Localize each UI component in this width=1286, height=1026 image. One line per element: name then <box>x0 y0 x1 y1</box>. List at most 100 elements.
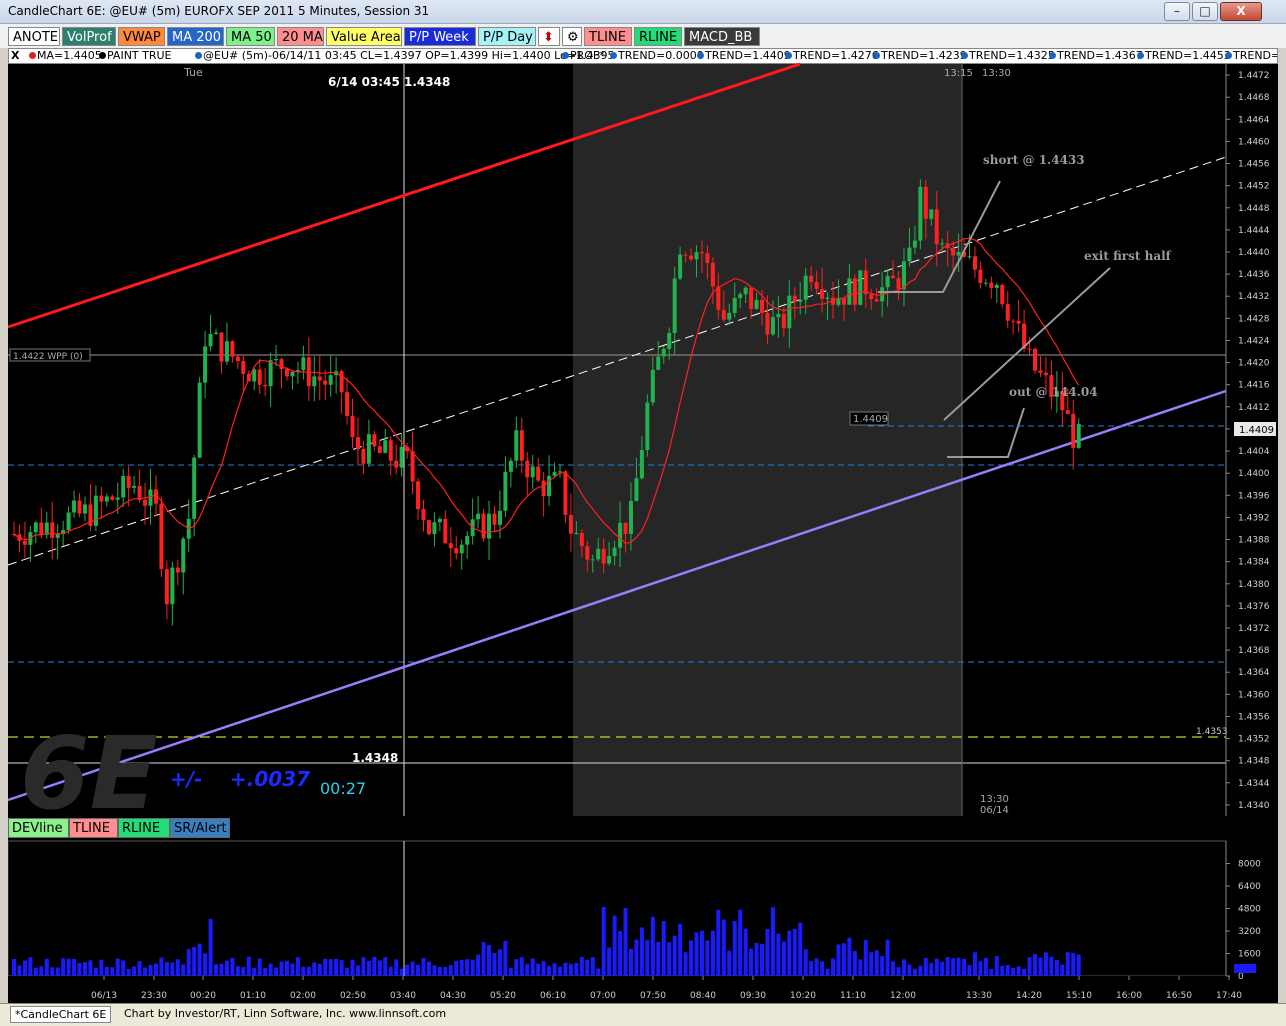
candle-body <box>1076 423 1081 448</box>
volume-bar <box>912 968 917 976</box>
candle-body <box>487 513 492 539</box>
candle-body <box>623 522 628 534</box>
time-tick-label: 16:50 <box>1166 991 1192 1001</box>
candle-body <box>1027 348 1032 350</box>
volume-bar <box>1038 957 1043 976</box>
candle-body <box>252 369 257 382</box>
volume-bar <box>465 959 470 976</box>
price-tick-label: 1.4348 <box>1238 757 1270 767</box>
volume-bar <box>126 968 131 976</box>
study-button-sr-alert[interactable]: SR/Alert <box>170 818 230 838</box>
candle-body <box>164 569 169 605</box>
candle-body <box>585 546 590 560</box>
trend-label: 1.4409 <box>853 414 888 425</box>
candle-body <box>1000 284 1005 305</box>
price-tick-label: 1.4364 <box>1238 668 1270 678</box>
candle-body <box>732 298 737 313</box>
price-tick-label: 1.4420 <box>1238 359 1270 369</box>
candle-body <box>814 282 819 290</box>
candle-body <box>437 518 442 523</box>
volume-bar <box>230 957 235 976</box>
price-tick-label: 1.4368 <box>1238 646 1270 656</box>
volume-bar <box>776 933 781 976</box>
volume-bar <box>295 957 300 976</box>
volume-bar <box>99 959 104 976</box>
candle-body <box>159 503 164 570</box>
volume-bar <box>574 963 579 976</box>
chart-tab[interactable]: *CandleChart 6E <box>10 1006 112 1023</box>
study-button-devline[interactable]: DEVline <box>8 818 69 838</box>
volume-bar <box>121 960 126 976</box>
volume-bar <box>148 965 153 976</box>
candle-body <box>290 371 295 377</box>
candle-body <box>383 440 388 453</box>
candle-body <box>132 485 137 488</box>
volume-bar <box>421 958 426 976</box>
volume-bar <box>1033 954 1038 976</box>
candle-body <box>699 252 704 254</box>
time-tick-label: 08:40 <box>690 991 716 1001</box>
volume-bar <box>132 966 137 976</box>
volume-bar <box>93 967 98 976</box>
candle-body <box>1011 320 1016 322</box>
candle-body <box>541 480 546 497</box>
candle-body <box>956 251 961 256</box>
candle-body <box>443 518 448 544</box>
candle-body <box>710 262 715 287</box>
volume-bar <box>683 952 688 976</box>
candle-body <box>874 299 879 302</box>
candle-body <box>1065 410 1070 414</box>
volume-bar <box>547 965 552 976</box>
volume-bar <box>541 961 546 976</box>
price-tick-label: 1.4412 <box>1238 403 1270 413</box>
candle-body <box>181 538 186 573</box>
volume-bar <box>448 965 453 976</box>
candle-body <box>1038 370 1043 373</box>
volume-bar <box>443 967 448 976</box>
time-tick-label: 17:40 <box>1216 991 1242 1001</box>
volume-bar <box>110 967 115 976</box>
price-chart[interactable]: 1.4472 1.4468 1.4464 1.4460 1.4456 1.4452 1.44… <box>0 0 1286 1026</box>
volume-bar <box>710 930 715 976</box>
time-tick-label: 06/13 <box>91 991 117 1001</box>
price-tick-label: 1.4352 <box>1238 735 1270 745</box>
volume-bar <box>470 959 475 976</box>
candle-body <box>317 376 322 381</box>
candle-body <box>1043 372 1048 376</box>
candle-body <box>519 430 524 461</box>
volume-bar <box>290 963 295 976</box>
candle-body <box>104 496 109 502</box>
volume-bar <box>612 915 617 976</box>
session-end-time: 13:30 <box>982 68 1011 79</box>
volume-bar <box>847 937 852 976</box>
volume-bar <box>956 957 961 976</box>
candle-body <box>235 356 240 362</box>
volume-tick-label: 8000 <box>1238 860 1261 870</box>
price-tick-label: 1.4444 <box>1238 226 1270 236</box>
study-button-tline[interactable]: TLINE <box>69 818 118 838</box>
volume-bar <box>568 963 573 976</box>
candle-body <box>738 294 743 299</box>
candle-body <box>377 446 382 453</box>
candle-body <box>770 317 775 335</box>
candle-body <box>66 512 71 531</box>
candle-body <box>552 472 557 476</box>
price-tick-label: 1.4436 <box>1238 270 1270 280</box>
volume-bar <box>623 908 628 976</box>
countdown-timer: 00:27 <box>320 779 366 798</box>
volume-bar <box>738 909 743 976</box>
candle-body <box>978 269 983 284</box>
price-tick-label: 1.4360 <box>1238 690 1270 700</box>
wpp-label: 1.4422 WPP (0) <box>13 352 83 362</box>
time-tick-label: 07:00 <box>590 991 616 1001</box>
price-tick-label: 1.4424 <box>1238 336 1270 346</box>
study-button-rline[interactable]: RLINE <box>118 818 170 838</box>
volume-bar <box>355 965 360 976</box>
volume-bar <box>383 957 388 976</box>
candle-body <box>994 284 999 288</box>
time-tick-label: 07:50 <box>640 991 666 1001</box>
volume-bar <box>328 959 333 976</box>
volume-bar <box>170 962 175 976</box>
time-tick-label: 23:30 <box>141 991 167 1001</box>
volume-bar <box>1043 952 1048 976</box>
